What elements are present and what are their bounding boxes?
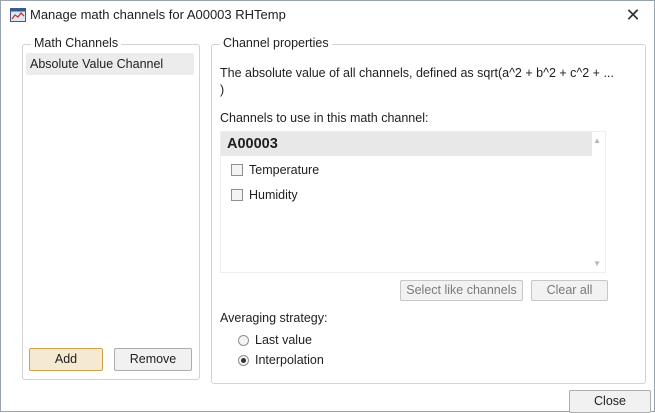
humidity-label: Humidity — [249, 188, 298, 202]
scroll-up-arrow-icon[interactable]: ▲ — [593, 136, 601, 145]
last-value-label: Last value — [255, 333, 312, 347]
temperature-label: Temperature — [249, 163, 320, 177]
interpolation-radio[interactable] — [238, 354, 249, 366]
channel-row-humidity[interactable]: Humidity — [231, 188, 298, 202]
select-like-channels-button[interactable]: Select like channels — [400, 280, 523, 301]
device-group-header: A00003 — [221, 132, 592, 156]
manage-math-channels-dialog: Manage math channels for A00003 RHTemp ✕… — [0, 0, 655, 413]
radio-last-value[interactable]: Last value — [238, 333, 312, 347]
chart-window-icon — [10, 8, 26, 22]
clear-all-button[interactable]: Clear all — [531, 280, 608, 301]
remove-button[interactable]: Remove — [114, 348, 192, 371]
channel-properties-legend: Channel properties — [220, 36, 332, 50]
radio-interpolation[interactable]: Interpolation — [238, 353, 324, 367]
channel-list[interactable]: A00003 ▲ ▼ Temperature Humidity — [220, 131, 606, 273]
channel-description: The absolute value of all channels, defi… — [220, 66, 614, 97]
close-icon[interactable]: ✕ — [618, 3, 648, 27]
humidity-checkbox[interactable] — [231, 189, 243, 201]
math-channel-item[interactable]: Absolute Value Channel — [26, 53, 194, 75]
math-channels-group: Math Channels Absolute Value Channel Add… — [22, 36, 200, 380]
close-button[interactable]: Close — [569, 390, 651, 413]
channel-properties-group: Channel properties The absolute value of… — [211, 36, 646, 384]
math-channels-legend: Math Channels — [31, 36, 122, 50]
interpolation-label: Interpolation — [255, 353, 324, 367]
add-button[interactable]: Add — [29, 348, 103, 371]
temperature-checkbox[interactable] — [231, 164, 243, 176]
channel-row-temperature[interactable]: Temperature — [231, 163, 319, 177]
last-value-radio[interactable] — [238, 334, 249, 346]
window-title: Manage math channels for A00003 RHTemp — [30, 7, 286, 22]
averaging-strategy-label: Averaging strategy: — [220, 311, 328, 325]
channels-to-use-label: Channels to use in this math channel: — [220, 111, 429, 125]
title-bar: Manage math channels for A00003 RHTemp ✕ — [1, 1, 654, 29]
scroll-down-arrow-icon[interactable]: ▼ — [593, 259, 601, 268]
